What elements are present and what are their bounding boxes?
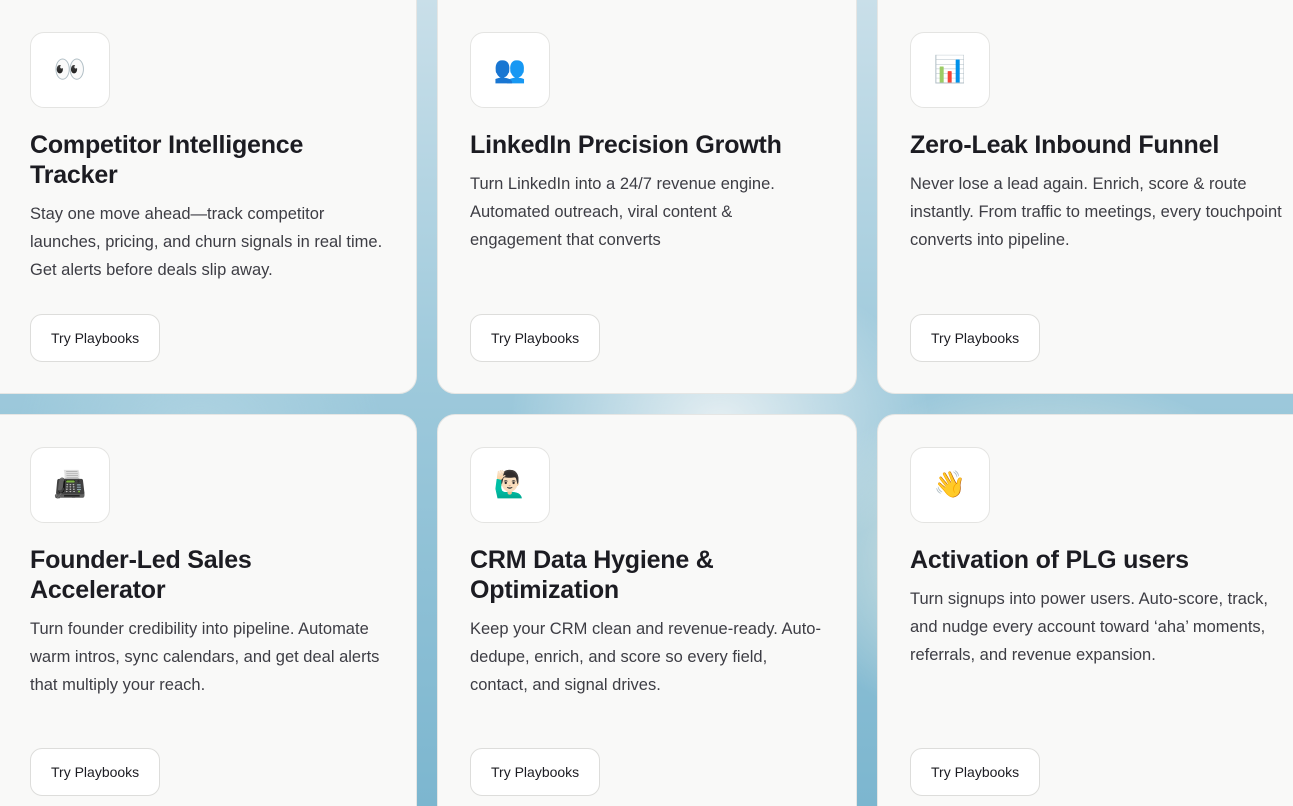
- card-title: Activation of PLG users: [910, 546, 1189, 574]
- card-description: Never lose a lead again. Enrich, score &…: [910, 175, 1282, 249]
- card-title: LinkedIn Precision Growth: [470, 131, 782, 159]
- playbook-card-founder-led-sales: 📠 Founder-Led Sales Accelerator Turn fou…: [0, 414, 417, 806]
- card-title: Founder-Led Sales Accelerator: [30, 546, 252, 604]
- card-description: Keep your CRM clean and revenue-ready. A…: [470, 620, 821, 694]
- card-description: Turn signups into power users. Auto-scor…: [910, 590, 1268, 664]
- fax-machine-icon: 📠: [30, 447, 110, 523]
- try-playbooks-button[interactable]: Try Playbooks: [30, 314, 161, 362]
- playbook-card-competitor-intelligence: 👀 Competitor Intelligence Tracker Stay o…: [0, 0, 417, 394]
- try-playbooks-button[interactable]: Try Playbooks: [910, 748, 1041, 796]
- card-description: Turn LinkedIn into a 24/7 revenue engine…: [470, 175, 775, 249]
- card-title: CRM Data Hygiene & Optimization: [470, 546, 714, 604]
- card-description: Turn founder credibility into pipeline. …: [30, 620, 380, 694]
- playbook-card-inbound-funnel: 📊 Zero-Leak Inbound Funnel Never lose a …: [877, 0, 1293, 394]
- card-title: Zero-Leak Inbound Funnel: [910, 131, 1220, 159]
- playbook-card-linkedin-growth: 👥 LinkedIn Precision Growth Turn LinkedI…: [437, 0, 857, 394]
- card-description: Stay one move ahead—track competitor lau…: [30, 205, 383, 279]
- try-playbooks-button[interactable]: Try Playbooks: [470, 748, 601, 796]
- eyes-icon: 👀: [30, 32, 110, 108]
- card-title: Competitor Intelligence Tracker: [30, 131, 304, 189]
- people-icon: 👥: [470, 32, 550, 108]
- waving-hand-icon: 👋: [910, 447, 990, 523]
- try-playbooks-button[interactable]: Try Playbooks: [910, 314, 1041, 362]
- raising-hand-icon: 🙋🏻‍♂️: [470, 447, 550, 523]
- playbook-card-plg-activation: 👋 Activation of PLG users Turn signups i…: [877, 414, 1293, 806]
- try-playbooks-button[interactable]: Try Playbooks: [470, 314, 601, 362]
- try-playbooks-button[interactable]: Try Playbooks: [30, 748, 161, 796]
- playbook-card-crm-hygiene: 🙋🏻‍♂️ CRM Data Hygiene & Optimization Ke…: [437, 414, 857, 806]
- bar-chart-icon: 📊: [910, 32, 990, 108]
